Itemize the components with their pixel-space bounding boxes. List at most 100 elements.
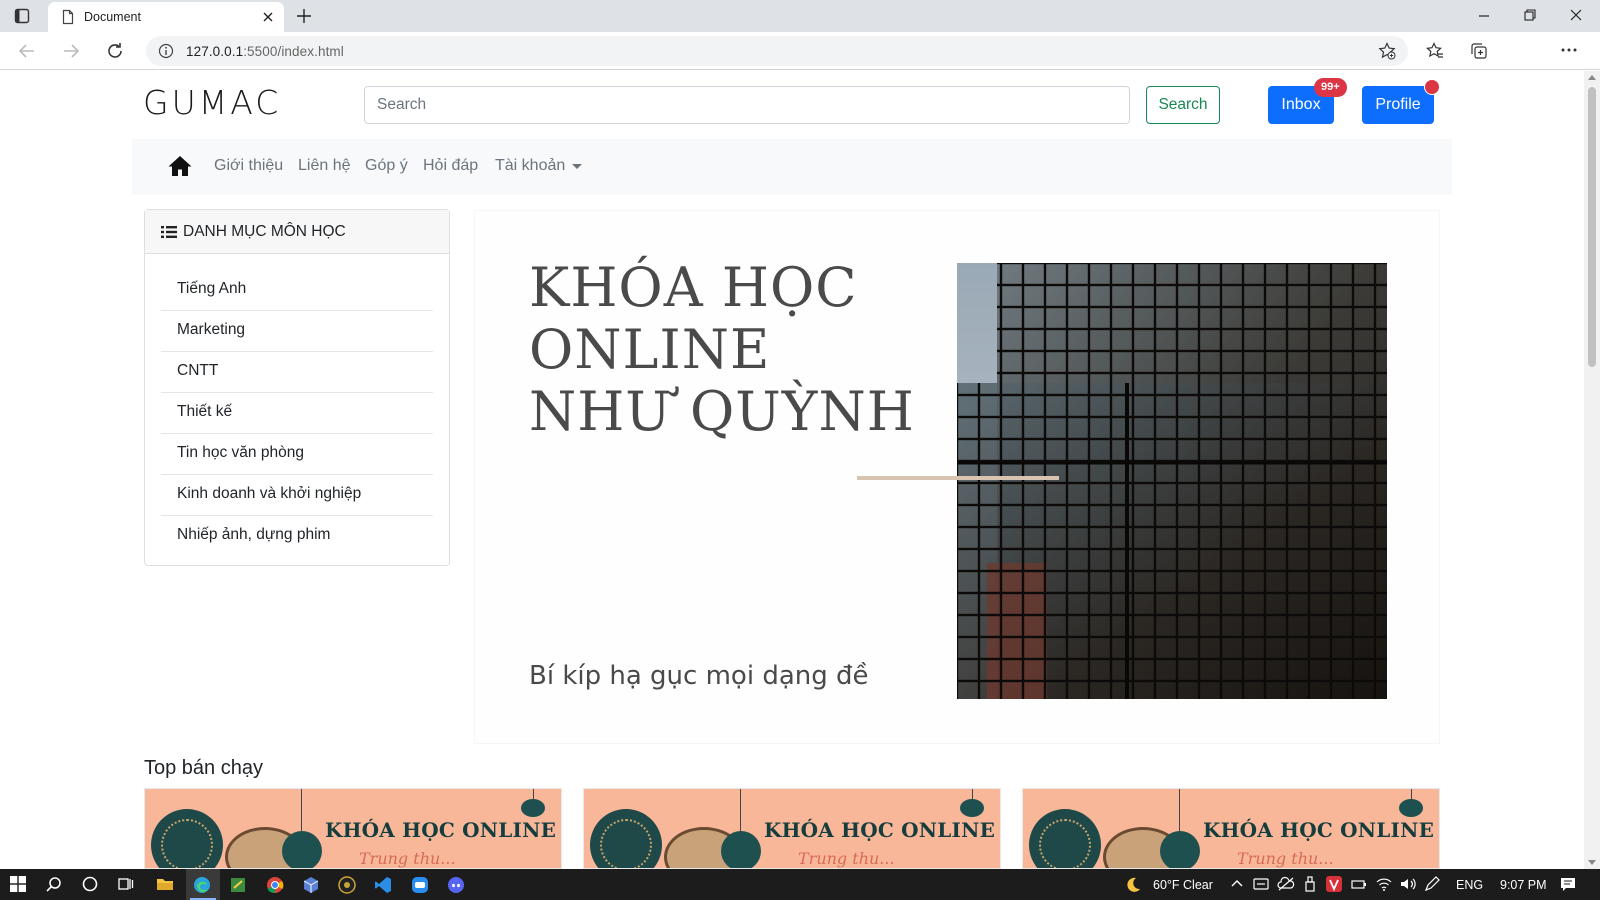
category-panel: DANH MỤC MÔN HỌC Tiếng Anh Marketing CNT…: [144, 209, 450, 566]
profile-notification-dot: [1424, 79, 1440, 95]
tab-actions-icon[interactable]: [14, 8, 30, 24]
discord-icon[interactable]: [447, 876, 465, 894]
weather-moon-icon: [1127, 877, 1140, 892]
list-icon: [161, 225, 177, 238]
dropdown-caret-icon[interactable]: [572, 164, 582, 169]
banner-accent-line-overlay: [957, 476, 1059, 480]
zalo-icon[interactable]: [411, 876, 429, 894]
banner-heading-line: NHƯ QUỲNH: [529, 380, 915, 443]
card-subtitle: Trung thu...: [798, 849, 895, 868]
task-view-icon[interactable]: [118, 876, 134, 892]
notifications-icon[interactable]: [1560, 876, 1576, 892]
scrollbar-thumb[interactable]: [1588, 87, 1596, 367]
course-card[interactable]: KHÓA HỌC ONLINE Trung thu...: [144, 788, 562, 869]
banner-heading-line: KHÓA HỌC: [529, 256, 858, 319]
category-item[interactable]: Thiết kế: [161, 393, 433, 434]
vscode-icon[interactable]: [374, 876, 392, 894]
minimize-icon[interactable]: [1478, 10, 1490, 22]
nav-lien-he[interactable]: Liên hệ: [298, 157, 351, 175]
banner-heading-line: ONLINE: [529, 318, 771, 381]
cloud-icon[interactable]: [1277, 876, 1295, 892]
category-item[interactable]: CNTT: [161, 352, 433, 393]
forward-icon[interactable]: [62, 42, 80, 60]
lantern-icon: [1160, 831, 1200, 868]
search-input[interactable]: [364, 86, 1130, 124]
add-favorite-icon[interactable]: [1378, 42, 1396, 60]
category-item[interactable]: Tin học văn phòng: [161, 434, 433, 475]
restore-icon[interactable]: [1524, 9, 1536, 21]
lantern-string: [740, 789, 741, 831]
volume-icon[interactable]: [1400, 876, 1416, 892]
card-title: KHÓA HỌC ONLINE: [1203, 818, 1435, 842]
weather-text[interactable]: 60°F Clear: [1153, 878, 1213, 892]
page-icon: [62, 9, 74, 25]
window-close-icon[interactable]: [1570, 9, 1582, 21]
page-scrollbar[interactable]: [1584, 71, 1600, 869]
tab-title: Document: [84, 10, 141, 24]
refresh-icon[interactable]: [106, 42, 124, 60]
card-subtitle: Trung thu...: [359, 849, 456, 868]
search-button[interactable]: Search: [1146, 86, 1220, 124]
browser-tab-bar: Document: [0, 0, 1600, 32]
browser-tab[interactable]: Document: [48, 2, 284, 32]
category-title: DANH MỤC MÔN HỌC: [183, 222, 346, 240]
category-item[interactable]: Marketing: [161, 311, 433, 352]
app-icon[interactable]: [338, 876, 356, 894]
language-indicator[interactable]: ENG: [1456, 878, 1483, 892]
course-card[interactable]: KHÓA HỌC ONLINE Trung thu...: [1022, 788, 1440, 869]
home-icon[interactable]: [168, 155, 192, 177]
hero-banner: KHÓA HỌC ONLINE NHƯ QUỲNH Bí kíp hạ gục …: [474, 210, 1440, 744]
scroll-up-icon[interactable]: [1588, 75, 1596, 80]
new-tab-icon[interactable]: [296, 8, 312, 24]
tab-close-icon[interactable]: [262, 11, 274, 23]
card-subtitle: Trung thu...: [1237, 849, 1334, 868]
address-bar-row: 127.0.0.1:5500/index.html: [0, 32, 1600, 94]
cortana-icon[interactable]: [82, 876, 98, 892]
wifi-icon[interactable]: [1376, 876, 1392, 892]
tray-app-icon[interactable]: [1253, 876, 1269, 892]
box-app-icon[interactable]: [302, 876, 320, 894]
main-navbar: Giới thiệu Liên hệ Góp ý Hỏi đáp Tài kho…: [132, 139, 1452, 195]
pen-icon[interactable]: [1424, 876, 1440, 892]
windows-start-icon[interactable]: [10, 876, 26, 892]
nav-tai-khoan-dropdown[interactable]: Tài khoản: [495, 157, 565, 175]
url-text: 127.0.0.1:5500/index.html: [186, 44, 344, 59]
site-logo[interactable]: GUMAC: [143, 83, 281, 122]
file-explorer-icon[interactable]: [156, 876, 174, 892]
edge-browser-icon[interactable]: [193, 876, 211, 894]
nav-gop-y[interactable]: Góp ý: [365, 157, 408, 175]
vivaldi-icon[interactable]: [1326, 876, 1342, 892]
favorites-icon[interactable]: [1426, 42, 1444, 60]
banner-subtitle: Bí kíp hạ gục mọi dạng đề: [529, 661, 869, 691]
profile-button[interactable]: Profile: [1362, 86, 1434, 124]
category-item[interactable]: Nhiếp ảnh, dựng phim: [161, 516, 433, 557]
os-taskbar: 60°F Clear ENG 9:07 PM: [0, 869, 1600, 900]
lotus-pattern-icon: [600, 819, 652, 868]
scroll-down-icon[interactable]: [1588, 860, 1596, 865]
small-lantern-icon: [521, 799, 545, 817]
nav-gioi-thieu[interactable]: Giới thiệu: [214, 157, 283, 175]
lantern-icon: [282, 831, 322, 868]
tray-chevron-icon[interactable]: [1231, 879, 1243, 887]
category-header: DANH MỤC MÔN HỌC: [145, 210, 449, 254]
category-item[interactable]: Tiếng Anh: [161, 270, 433, 311]
more-menu-icon[interactable]: [1561, 48, 1577, 52]
category-item[interactable]: Kinh doanh và khởi nghiệp: [161, 475, 433, 516]
course-card[interactable]: KHÓA HỌC ONLINE Trung thu...: [583, 788, 1001, 869]
back-icon[interactable]: [18, 42, 36, 60]
usb-icon[interactable]: [1302, 876, 1318, 892]
battery-plug-icon[interactable]: [1351, 876, 1367, 892]
course-card-row: KHÓA HỌC ONLINE Trung thu... KHÓA HỌC ON…: [144, 788, 1440, 869]
search-icon[interactable]: [46, 876, 62, 892]
nav-hoi-dap[interactable]: Hỏi đáp: [423, 157, 478, 175]
sticky-app-icon[interactable]: [229, 876, 247, 894]
collections-icon[interactable]: [1470, 42, 1488, 60]
section-title: Top bán chạy: [144, 757, 263, 779]
chrome-icon[interactable]: [266, 876, 284, 894]
lantern-string: [1179, 789, 1180, 831]
clock[interactable]: 9:07 PM: [1500, 878, 1547, 892]
site-info-icon[interactable]: [158, 43, 174, 59]
url-field[interactable]: 127.0.0.1:5500/index.html: [146, 36, 1408, 66]
inbox-count-badge: 99+: [1314, 78, 1347, 97]
small-lantern-icon: [1399, 799, 1423, 817]
